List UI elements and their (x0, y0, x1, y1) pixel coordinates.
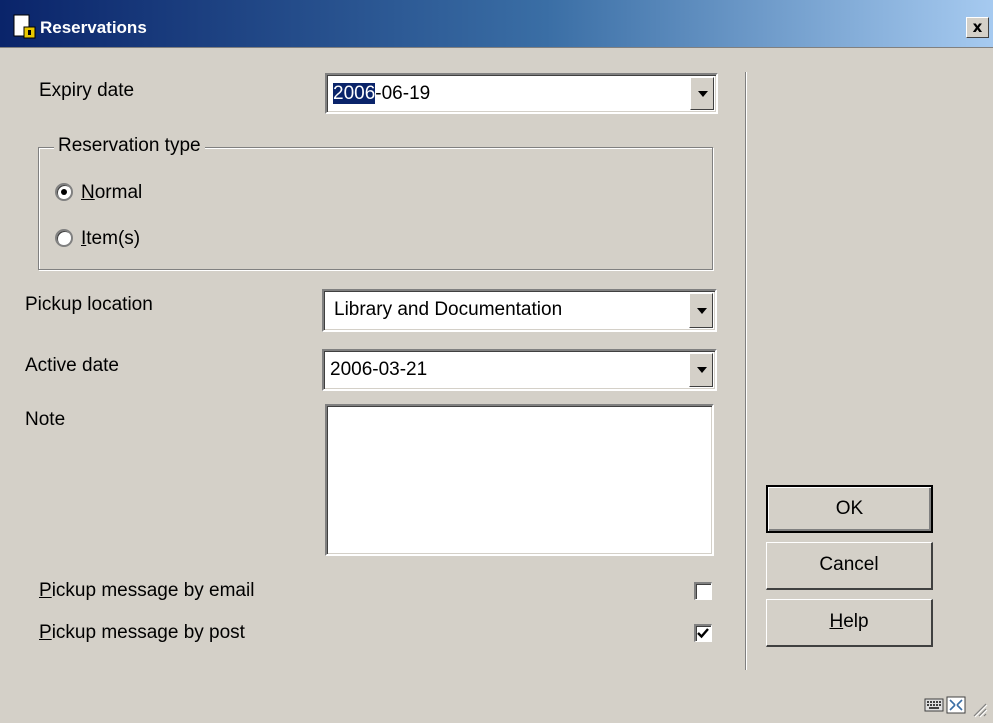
note-label: Note (25, 409, 66, 430)
chevron-down-icon (697, 367, 707, 373)
title-bar[interactable]: Reservations x (0, 0, 993, 48)
radio-normal[interactable] (55, 183, 73, 201)
pickup-email-label[interactable]: Pickup message by email (39, 579, 254, 603)
expiry-date-combo[interactable]: 2006-06-19 (325, 73, 718, 114)
pickup-location-dropdown-button[interactable] (689, 293, 713, 328)
chevron-down-icon (697, 307, 707, 314)
expiry-date-year-selected: 2006 (333, 83, 376, 104)
pickup-post-label[interactable]: Pickup message by post (39, 621, 245, 645)
radio-normal-mnemonic: N (81, 182, 95, 203)
pickup-post-label-rest: ickup message by post (51, 622, 245, 643)
document-lock-icon (13, 14, 36, 39)
radio-items-label[interactable]: Item(s) (81, 227, 140, 251)
active-date-combo[interactable]: 2006-03-21 (322, 349, 717, 391)
active-date-value: 2006-03-21 (330, 359, 428, 380)
active-date-label: Active date (25, 355, 119, 376)
pickup-location-label: Pickup location (25, 294, 153, 315)
size-grip-icon[interactable] (970, 700, 988, 718)
pickup-post-mnemonic: P (39, 622, 52, 643)
radio-items[interactable] (55, 229, 73, 247)
help-button[interactable]: Help (766, 599, 933, 647)
resize-window-icon[interactable] (946, 696, 966, 714)
radio-normal-label[interactable]: Normal (81, 181, 142, 205)
vertical-separator (745, 72, 747, 670)
chevron-down-icon (698, 90, 708, 97)
active-date-dropdown-button[interactable] (689, 353, 713, 387)
pickup-email-label-rest: ickup message by email (51, 580, 255, 601)
window-title: Reservations (40, 18, 147, 37)
pickup-post-checkbox[interactable] (694, 624, 712, 642)
close-button[interactable]: x (966, 17, 989, 38)
radio-items-label-rest: tem(s) (86, 228, 141, 249)
expiry-date-label: Expiry date (39, 80, 135, 101)
ok-button[interactable]: OK (766, 485, 933, 533)
expiry-date-dropdown-button[interactable] (690, 77, 714, 110)
keyboard-icon[interactable] (924, 696, 944, 714)
help-label-rest: elp (843, 611, 869, 632)
checkmark-icon (697, 628, 709, 639)
reservation-type-legend: Reservation type (54, 134, 205, 158)
pickup-location-value: Library and Documentation (334, 299, 563, 320)
expiry-date-value-rest: -06-19 (375, 83, 431, 104)
pickup-email-checkbox[interactable] (694, 582, 712, 600)
cancel-button[interactable]: Cancel (766, 542, 933, 590)
close-icon: x (972, 18, 983, 36)
radio-normal-label-rest: ormal (94, 182, 143, 203)
pickup-email-mnemonic: P (39, 580, 52, 601)
reservation-type-group (38, 147, 713, 270)
note-textarea[interactable] (325, 404, 714, 556)
pickup-location-combo[interactable]: Library and Documentation (322, 289, 717, 332)
expiry-date-value[interactable]: 2006-06-19 (333, 82, 430, 106)
help-mnemonic: H (829, 611, 844, 632)
